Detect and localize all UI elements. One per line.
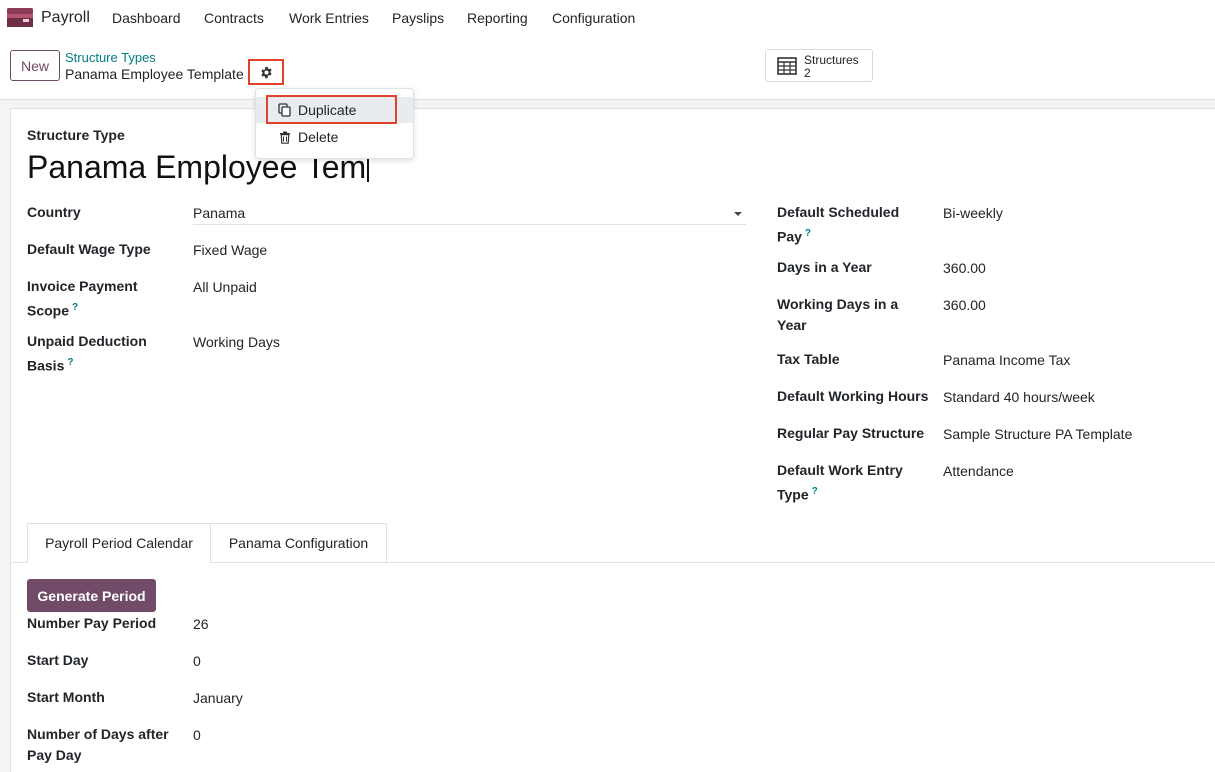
work-hours-label: Default Working Hours bbox=[777, 388, 929, 404]
work-entry-label-line1: Default Work Entry bbox=[777, 462, 903, 478]
menu-reporting[interactable]: Reporting bbox=[467, 10, 528, 26]
duplicate-menu-item[interactable]: Duplicate bbox=[256, 97, 413, 123]
days-after-label-line2: Pay Day bbox=[27, 747, 82, 763]
duplicate-label: Duplicate bbox=[298, 102, 357, 118]
generate-period-button[interactable]: Generate Period bbox=[27, 579, 156, 612]
country-select[interactable]: Panama bbox=[193, 202, 746, 225]
menu-contracts[interactable]: Contracts bbox=[204, 10, 264, 26]
work-days-value[interactable]: 360.00 bbox=[943, 295, 986, 316]
num-pay-period-label: Number Pay Period bbox=[27, 615, 157, 631]
tax-table-label: Tax Table bbox=[777, 351, 840, 367]
start-month-label: Start Month bbox=[27, 689, 105, 705]
structures-label: Structures bbox=[804, 53, 859, 67]
structures-count: 2 bbox=[804, 66, 811, 80]
control-panel: New Structure Types Panama Employee Temp… bbox=[0, 36, 1215, 100]
delete-menu-item[interactable]: Delete bbox=[256, 124, 413, 150]
invoice-scope-value[interactable]: All Unpaid bbox=[193, 277, 257, 298]
structures-smart-button[interactable]: Structures 2 bbox=[765, 49, 873, 82]
work-entry-value[interactable]: Attendance bbox=[943, 461, 1014, 482]
top-navbar: Payroll Dashboard Contracts Work Entries… bbox=[0, 0, 1215, 36]
sched-pay-label-line2: Pay? bbox=[777, 228, 812, 245]
tab-panama-configuration[interactable]: Panama Configuration bbox=[210, 523, 387, 563]
work-days-label-line1: Working Days in a bbox=[777, 296, 899, 312]
help-icon[interactable]: ? bbox=[72, 302, 78, 313]
start-day-value[interactable]: 0 bbox=[193, 651, 201, 672]
days-year-value[interactable]: 360.00 bbox=[943, 258, 986, 279]
table-grid-icon bbox=[777, 57, 797, 75]
chevron-down-icon bbox=[734, 212, 742, 216]
num-pay-period-value[interactable]: 26 bbox=[193, 614, 209, 635]
tab-payroll-period-calendar[interactable]: Payroll Period Calendar bbox=[27, 523, 211, 563]
trash-icon bbox=[280, 131, 290, 144]
unpaid-basis-label-line1: Unpaid Deduction bbox=[27, 333, 147, 349]
start-month-value[interactable]: January bbox=[193, 688, 243, 709]
delete-label: Delete bbox=[298, 129, 339, 145]
work-entry-label-line2: Type? bbox=[777, 486, 818, 503]
tax-table-value[interactable]: Panama Income Tax bbox=[943, 350, 1070, 371]
sched-pay-value[interactable]: Bi-weekly bbox=[943, 203, 1003, 224]
help-icon[interactable]: ? bbox=[67, 357, 73, 368]
help-icon[interactable]: ? bbox=[805, 228, 811, 239]
menu-work-entries[interactable]: Work Entries bbox=[289, 10, 369, 26]
menu-configuration[interactable]: Configuration bbox=[552, 10, 635, 26]
unpaid-basis-label-line2: Basis? bbox=[27, 357, 74, 374]
breadcrumb-parent-link[interactable]: Structure Types bbox=[65, 50, 156, 65]
work-days-label-line2: Year bbox=[777, 317, 807, 333]
country-value: Panama bbox=[193, 205, 246, 221]
action-dropdown-menu: Duplicate Delete bbox=[255, 88, 414, 159]
days-after-label-line1: Number of Days after bbox=[27, 726, 169, 742]
work-hours-value[interactable]: Standard 40 hours/week bbox=[943, 387, 1095, 408]
menu-payslips[interactable]: Payslips bbox=[392, 10, 444, 26]
wage-type-value[interactable]: Fixed Wage bbox=[193, 240, 267, 261]
gear-icon bbox=[260, 66, 272, 78]
invoice-scope-label-line2: Scope? bbox=[27, 302, 79, 319]
country-label: Country bbox=[27, 204, 81, 220]
wage-type-label: Default Wage Type bbox=[27, 241, 151, 257]
pay-structure-value[interactable]: Sample Structure PA Template bbox=[943, 424, 1132, 445]
days-year-label: Days in a Year bbox=[777, 259, 872, 275]
sched-pay-label-line1: Default Scheduled bbox=[777, 204, 900, 220]
action-menu-button[interactable] bbox=[248, 59, 284, 85]
new-button[interactable]: New bbox=[10, 50, 60, 81]
unpaid-basis-value[interactable]: Working Days bbox=[193, 332, 280, 353]
start-day-label: Start Day bbox=[27, 652, 89, 668]
help-icon[interactable]: ? bbox=[812, 486, 818, 497]
app-name[interactable]: Payroll bbox=[41, 9, 90, 27]
copy-icon bbox=[278, 103, 291, 117]
days-after-value[interactable]: 0 bbox=[193, 725, 201, 746]
structure-type-label: Structure Type bbox=[27, 127, 125, 143]
menu-dashboard[interactable]: Dashboard bbox=[112, 10, 181, 26]
breadcrumb-current: Panama Employee Template bbox=[65, 66, 244, 82]
payroll-app-icon[interactable] bbox=[7, 8, 33, 27]
pay-structure-label: Regular Pay Structure bbox=[777, 425, 925, 441]
invoice-scope-label-line1: Invoice Payment bbox=[27, 278, 138, 294]
